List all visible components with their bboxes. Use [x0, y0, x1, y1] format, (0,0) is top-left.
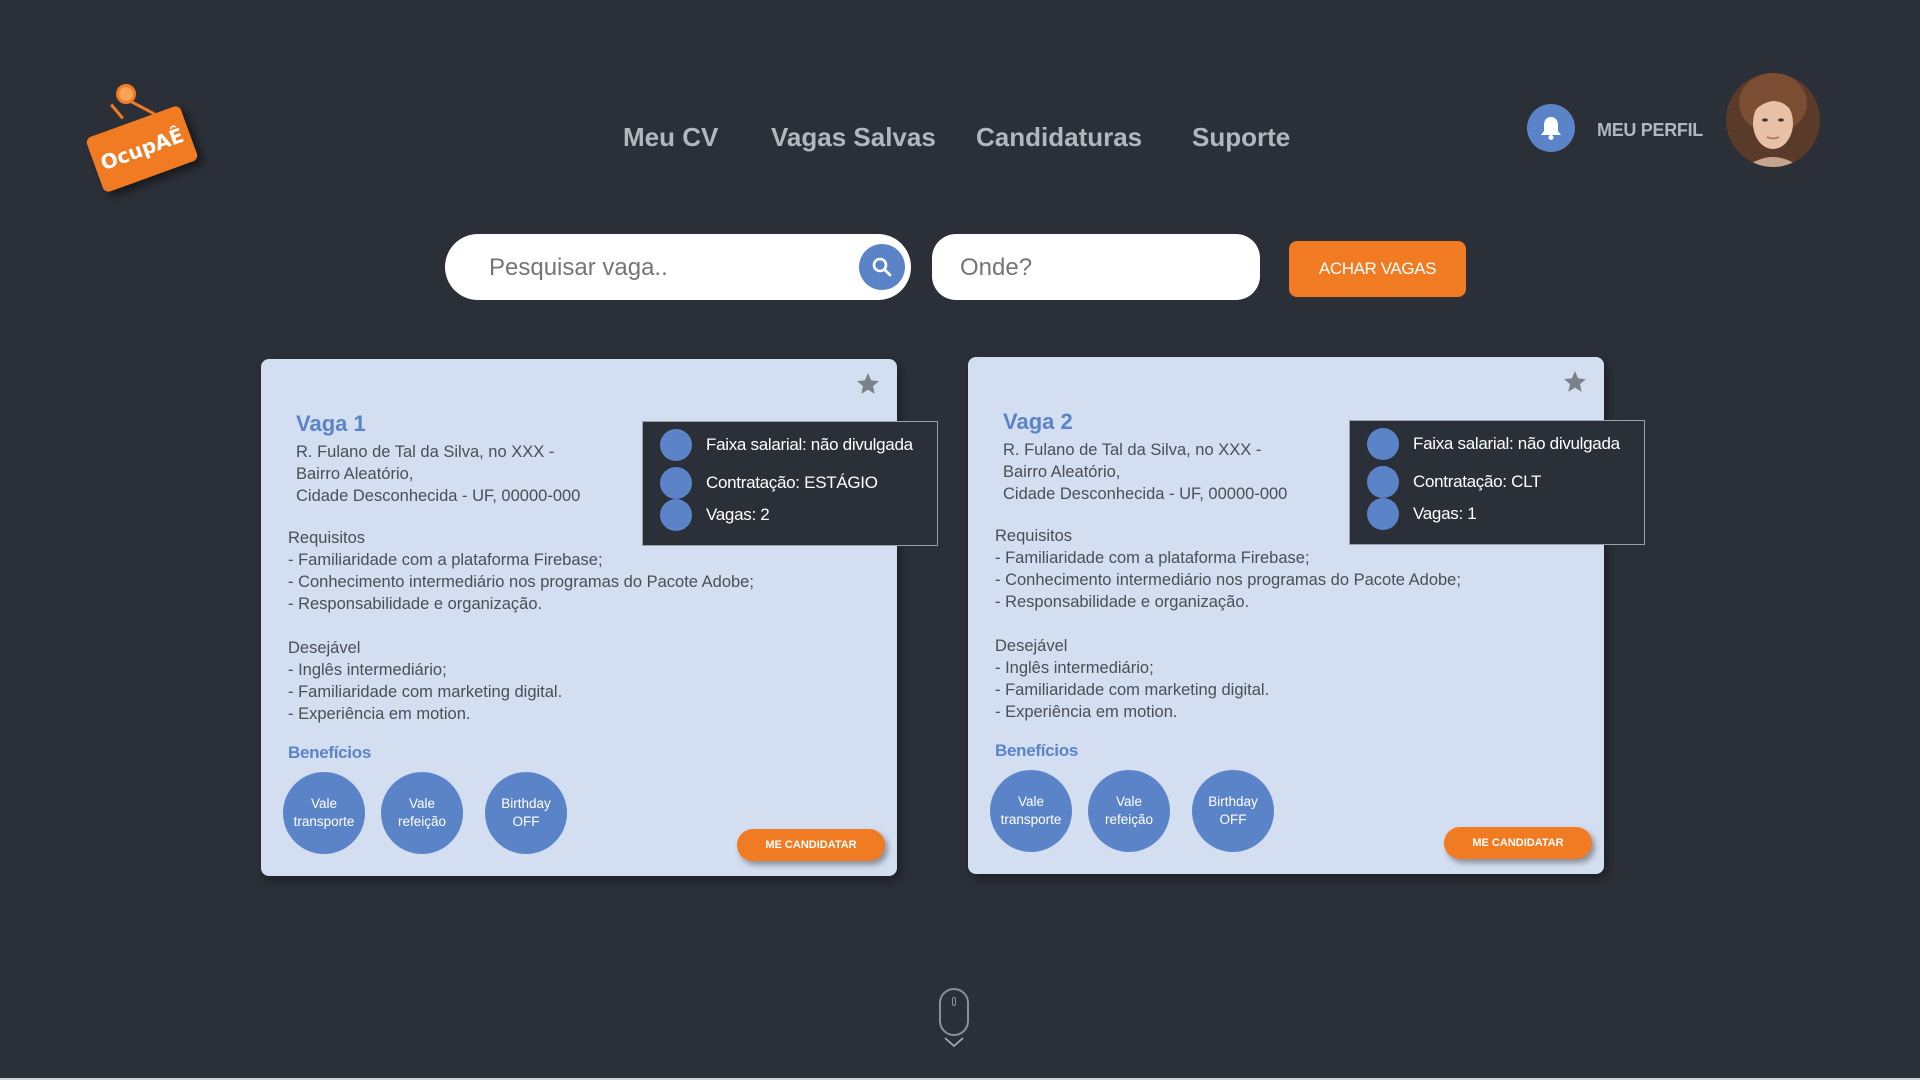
desirable-item: - Inglês intermediário; — [288, 661, 447, 679]
avatar-portrait — [1726, 73, 1820, 167]
bullet-dot — [1367, 498, 1399, 530]
chevron-down-icon[interactable] — [943, 1036, 965, 1048]
bullet-dot — [1367, 466, 1399, 498]
bell-icon — [1541, 117, 1561, 140]
benefit-line: Birthday — [1208, 794, 1258, 809]
requirement-item: - Responsabilidade e organização. — [288, 595, 543, 613]
job-info-panel: Faixa salarial: não divulgada Contrataçã… — [1349, 420, 1645, 545]
job-info-panel: Faixa salarial: não divulgada Contrataçã… — [642, 421, 938, 546]
contract-text: Contratação: ESTÁGIO — [706, 473, 878, 492]
address-line: R. Fulano de Tal da Silva, no XXX - — [1003, 441, 1262, 459]
info-row-contract: Contratação: CLT — [1367, 465, 1541, 499]
profile-link[interactable]: MEU PERFIL — [1597, 120, 1703, 141]
info-row-openings: Vagas: 2 — [660, 498, 770, 532]
openings-text: Vagas: 1 — [1413, 504, 1477, 523]
requirement-item: - Familiaridade com a plataforma Firebas… — [288, 551, 603, 569]
requirement-item: - Conhecimento intermediário nos program… — [288, 573, 754, 591]
benefit-line: refeição — [1104, 812, 1154, 827]
page: OcupAÊ Meu CV Vagas Salvas Candidaturas … — [0, 0, 1920, 1080]
contract-text: Contratação: CLT — [1413, 472, 1542, 491]
avatar[interactable] — [1726, 73, 1820, 167]
job-search-input[interactable] — [487, 234, 831, 302]
nav-item-meu-cv[interactable]: Meu CV — [623, 122, 718, 153]
info-row-contract: Contratação: ESTÁGIO — [660, 466, 878, 500]
benefit-line: Birthday — [501, 796, 551, 811]
benefit-line: Vale — [310, 796, 337, 811]
bullet-dot — [660, 499, 692, 531]
mouse-wheel — [952, 997, 956, 1006]
find-jobs-button[interactable]: ACHAR VAGAS — [1289, 241, 1466, 297]
apply-button[interactable]: ME CANDIDATAR — [1444, 827, 1592, 859]
job-title[interactable]: Vaga 2 — [1003, 409, 1073, 435]
bullet-dot — [1367, 428, 1399, 460]
openings-text: Vagas: 2 — [706, 505, 770, 524]
requirement-item: - Responsabilidade e organização. — [995, 593, 1250, 611]
benefit-badge: Vale transporte — [283, 772, 365, 854]
benefit-badge: Vale refeição — [381, 772, 463, 854]
requirement-item: - Familiaridade com a plataforma Firebas… — [995, 549, 1310, 567]
address-line: Bairro Aleatório, — [1003, 463, 1121, 481]
address-line: Cidade Desconhecida - UF, 00000-000 — [296, 487, 581, 505]
info-row-openings: Vagas: 1 — [1367, 497, 1477, 531]
desirable-section: Desejável - Inglês intermediário; - Fami… — [995, 635, 1269, 723]
bullet-dot — [660, 429, 692, 461]
benefit-line: OFF — [1219, 812, 1247, 827]
benefits-title: Benefícios — [995, 741, 1078, 760]
requirement-item: - Conhecimento intermediário nos program… — [995, 571, 1461, 589]
desirable-title: Desejável — [288, 639, 361, 657]
benefit-line: Vale — [408, 796, 436, 811]
benefit-badge: Vale refeição — [1088, 770, 1170, 852]
logo-string-left — [110, 103, 124, 120]
nav-item-vagas-salvas[interactable]: Vagas Salvas — [771, 122, 936, 153]
benefit-badge: Birthday OFF — [1192, 770, 1274, 852]
search-button[interactable] — [859, 244, 905, 290]
job-search-box — [445, 234, 911, 302]
info-row-salary: Faixa salarial: não divulgada — [660, 428, 913, 462]
benefit-line: transporte — [1000, 812, 1062, 827]
benefit-line: refeição — [397, 814, 447, 829]
benefit-badge: Birthday OFF — [485, 772, 567, 854]
search-icon — [872, 257, 892, 277]
benefit-line: transporte — [293, 814, 355, 829]
address-line: Cidade Desconhecida - UF, 00000-000 — [1003, 485, 1288, 503]
job-address: R. Fulano de Tal da Silva, no XXX - Bair… — [296, 441, 580, 507]
location-search-box — [932, 234, 1260, 302]
location-input[interactable] — [958, 234, 1242, 302]
desirable-item: - Familiaridade com marketing digital. — [995, 681, 1270, 699]
info-row-salary: Faixa salarial: não divulgada — [1367, 427, 1620, 461]
mouse-scroll-icon[interactable] — [939, 988, 969, 1036]
benefit-line: Vale — [1017, 794, 1044, 809]
benefit-line: OFF — [512, 814, 540, 829]
address-line: Bairro Aleatório, — [296, 465, 414, 483]
job-address: R. Fulano de Tal da Silva, no XXX - Bair… — [1003, 439, 1287, 505]
address-line: R. Fulano de Tal da Silva, no XXX - — [296, 443, 555, 461]
desirable-item: - Experiência em motion. — [288, 705, 471, 723]
benefits-title: Benefícios — [288, 743, 371, 762]
notifications-button[interactable] — [1527, 104, 1575, 152]
job-title[interactable]: Vaga 1 — [296, 411, 366, 437]
desirable-item: - Familiaridade com marketing digital. — [288, 683, 563, 701]
desirable-section: Desejável - Inglês intermediário; - Fami… — [288, 637, 562, 725]
save-star-icon[interactable] — [1562, 369, 1588, 395]
apply-button[interactable]: ME CANDIDATAR — [737, 829, 885, 861]
salary-text: Faixa salarial: não divulgada — [706, 435, 913, 454]
bullet-dot — [660, 467, 692, 499]
desirable-item: - Experiência em motion. — [995, 703, 1178, 721]
desirable-title: Desejável — [995, 637, 1068, 655]
benefit-line: Vale — [1115, 794, 1143, 809]
salary-text: Faixa salarial: não divulgada — [1413, 434, 1620, 453]
nav-item-suporte[interactable]: Suporte — [1192, 122, 1290, 153]
desirable-item: - Inglês intermediário; — [995, 659, 1154, 677]
save-star-icon[interactable] — [855, 371, 881, 397]
nav-item-candidaturas[interactable]: Candidaturas — [976, 122, 1142, 153]
benefit-badge: Vale transporte — [990, 770, 1072, 852]
